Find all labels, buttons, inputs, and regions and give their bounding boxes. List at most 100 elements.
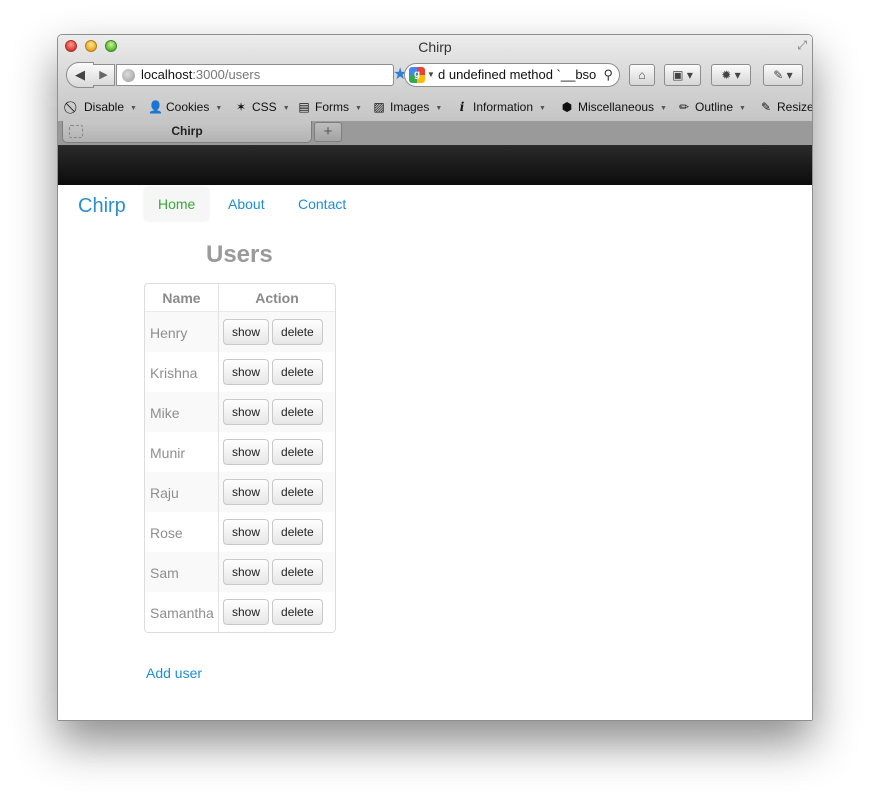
brand-link[interactable]: Chirp	[78, 195, 126, 218]
wd-menu-label: CSS	[252, 100, 277, 114]
addon-button[interactable]: ✹ ▾	[711, 64, 751, 86]
miscellaneous-icon: ⬢	[561, 100, 573, 114]
wd-forms-menu[interactable]: ▤ Forms ▼	[297, 97, 362, 117]
wd-resize-menu[interactable]: ✎ Resize	[759, 97, 813, 117]
wd-menu-label: Resize	[777, 100, 813, 114]
bookmarks-icon: ▣ ▾	[672, 68, 693, 82]
cookies-icon: 👤	[148, 100, 163, 114]
table-row: Munir show delete	[145, 432, 335, 472]
delete-user-button[interactable]: delete	[272, 559, 323, 585]
table-row: Samantha show delete	[145, 592, 335, 632]
wd-css-menu[interactable]: ✶ CSS ▼	[234, 97, 290, 117]
eyedropper-icon: ✎ ▾	[773, 68, 793, 82]
search-engine-dropdown-icon[interactable]: ▼	[427, 64, 435, 86]
title-bar: Chirp ⤢ ◀ ▶ localhost:3000/users ★ ▽ ↻ g…	[58, 35, 812, 125]
show-user-button[interactable]: show	[223, 319, 270, 345]
wd-menu-label: Information	[473, 100, 534, 114]
wd-outline-menu[interactable]: ✏ Outline ▼	[677, 97, 746, 117]
wd-menu-label: Disable	[84, 100, 125, 114]
favicon-placeholder-icon	[69, 125, 83, 138]
tab-chirp[interactable]: Chirp	[62, 121, 312, 143]
wd-information-menu[interactable]: i Information ▼	[455, 97, 546, 117]
user-actions: show delete	[219, 352, 335, 392]
wd-menu-label: Images	[390, 100, 430, 114]
user-actions: show delete	[219, 472, 335, 512]
user-actions: show delete	[219, 312, 335, 352]
google-engine-icon[interactable]: g	[409, 67, 425, 83]
page-title: Users	[206, 241, 273, 268]
user-name: Rose	[145, 512, 219, 552]
bookmarks-button[interactable]: ▣ ▾	[664, 64, 701, 86]
delete-user-button[interactable]: delete	[272, 599, 323, 625]
show-user-button[interactable]: show	[223, 399, 270, 425]
show-user-button[interactable]: show	[223, 479, 270, 505]
caret-down-icon: ▼	[282, 105, 290, 112]
images-icon: ▨	[373, 100, 385, 114]
table-header-row: Name Action	[145, 284, 335, 312]
wd-cookies-menu[interactable]: 👤 Cookies ▼	[148, 97, 222, 117]
delete-user-button[interactable]: delete	[272, 439, 323, 465]
back-button[interactable]: ◀	[66, 62, 94, 88]
url-bar[interactable]: localhost:3000/users ★ ▽ ↻	[116, 64, 445, 86]
wd-menu-label: Cookies	[166, 100, 210, 114]
table-row: Mike show delete	[145, 392, 335, 432]
user-actions: show delete	[219, 592, 335, 632]
user-name: Krishna	[145, 352, 219, 392]
css-icon: ✶	[235, 100, 247, 114]
wd-menu-label: Outline	[695, 100, 734, 114]
user-name: Henry	[145, 312, 219, 352]
wd-miscellaneous-menu[interactable]: ⬢ Miscellaneous ▼	[560, 97, 667, 117]
caret-down-icon: ▼	[215, 105, 223, 112]
delete-user-button[interactable]: delete	[272, 519, 323, 545]
user-name: Raju	[145, 472, 219, 512]
show-user-button[interactable]: show	[223, 439, 270, 465]
caret-down-icon: ▼	[660, 105, 667, 112]
user-name: Munir	[145, 432, 219, 472]
firebug-icon: ✹ ▾	[721, 68, 741, 82]
url-path: :3000/users	[192, 67, 261, 82]
search-bar[interactable]: g ▼ d undefined method `__bso ⚲	[404, 63, 620, 87]
web-developer-toolbar: ⃠ Disable ▼ 👤Cookies ▼ ✶ CSS ▼ ▤ Forms ▼ ▨ Image…	[58, 97, 812, 117]
delete-user-button[interactable]: delete	[272, 399, 323, 425]
user-actions: show delete	[219, 432, 335, 472]
window-title: Chirp	[418, 39, 452, 55]
fullscreen-icon[interactable]: ⤢	[797, 38, 807, 53]
delete-user-button[interactable]: delete	[272, 359, 323, 385]
user-name: Sam	[145, 552, 219, 592]
users-table: Name Action Henry show delete Krishna show de…	[144, 283, 336, 633]
caret-down-icon: ▼	[539, 105, 546, 112]
nav-about[interactable]: About	[214, 187, 279, 221]
wd-images-menu[interactable]: ▨ Images ▼	[372, 97, 442, 117]
back-arrow-icon: ◀	[75, 67, 85, 82]
browser-window: Chirp ⤢ ◀ ▶ localhost:3000/users ★ ▽ ↻ g…	[57, 34, 813, 721]
show-user-button[interactable]: show	[223, 519, 270, 545]
new-tab-button[interactable]: +	[314, 122, 342, 142]
home-button[interactable]: ⌂	[629, 64, 655, 86]
wd-menu-label: Miscellaneous	[578, 100, 655, 114]
search-input[interactable]: d undefined method `__bso	[438, 64, 598, 86]
nav-contact[interactable]: Contact	[284, 187, 360, 221]
url-host: localhost	[141, 67, 193, 82]
colorzilla-button[interactable]: ✎ ▾	[763, 64, 803, 86]
delete-user-button[interactable]: delete	[272, 479, 323, 505]
table-row: Raju show delete	[145, 472, 335, 512]
user-actions: show delete	[219, 392, 335, 432]
forward-button[interactable]: ▶	[93, 64, 115, 86]
column-header-name: Name	[145, 284, 219, 312]
add-user-link[interactable]: Add user	[146, 665, 202, 681]
information-icon: i	[459, 100, 465, 114]
show-user-button[interactable]: show	[223, 359, 270, 385]
show-user-button[interactable]: show	[223, 599, 270, 625]
nav-home[interactable]: Home	[144, 187, 210, 221]
caret-down-icon: ▼	[739, 105, 746, 112]
table-row: Sam show delete	[145, 552, 335, 592]
wd-disable-menu[interactable]: ⃠ Disable ▼	[66, 97, 137, 117]
site-identity-icon[interactable]	[122, 69, 135, 82]
forward-arrow-icon: ▶	[99, 69, 108, 81]
table-row: Henry show delete	[145, 312, 335, 352]
show-user-button[interactable]: show	[223, 559, 270, 585]
user-actions: show delete	[219, 512, 335, 552]
delete-user-button[interactable]: delete	[272, 319, 323, 345]
user-name: Mike	[145, 392, 219, 432]
search-icon[interactable]: ⚲	[603, 64, 613, 86]
